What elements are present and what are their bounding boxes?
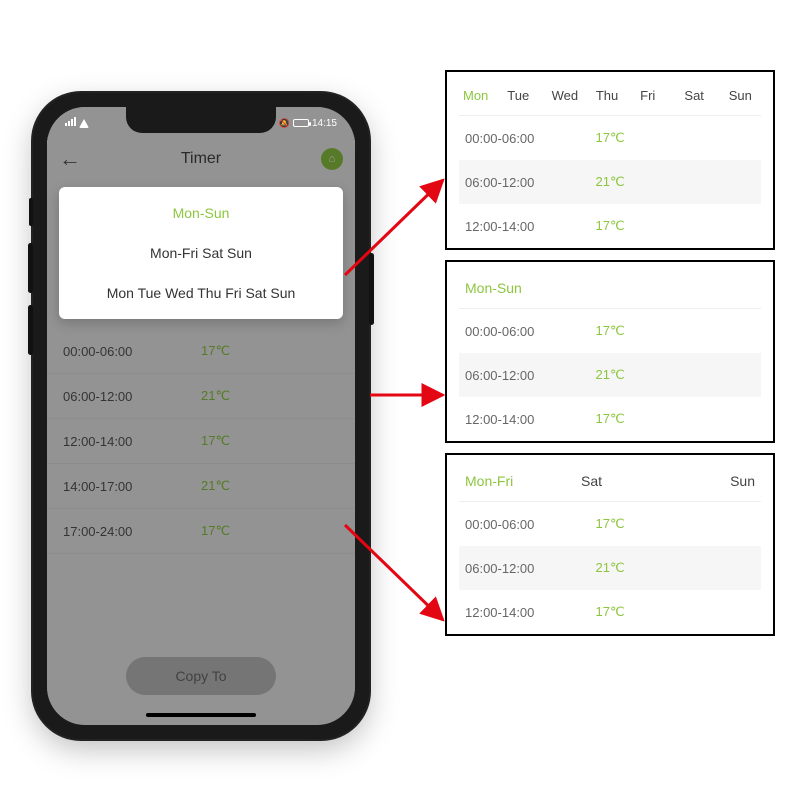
tab-mon-fri[interactable]: Mon-Fri [465, 473, 581, 489]
schedule-time: 06:00-12:00 [63, 389, 201, 404]
schedule-time: 17:00-24:00 [63, 524, 201, 539]
mute-switch[interactable] [29, 198, 33, 226]
schedule-row[interactable]: 00:00-06:00 17℃ [459, 502, 761, 546]
schedule-list: 00:00-06:00 17℃ 06:00-12:00 21℃ 12:00-14… [47, 329, 355, 554]
popup-option-mon-sun[interactable]: Mon-Sun [59, 193, 343, 233]
day-tabs: Mon-Fri Sat Sun [459, 465, 761, 502]
nav-bar: ← Timer ⌂ [47, 137, 355, 181]
schedule-time: 06:00-12:00 [465, 561, 596, 576]
schedule-time: 12:00-14:00 [465, 412, 596, 427]
schedule-row[interactable]: 06:00-12:00 21℃ [459, 353, 761, 397]
schedule-row[interactable]: 06:00-12:00 21℃ [459, 546, 761, 590]
status-time: 14:15 [312, 118, 337, 129]
schedule-temp: 17℃ [596, 516, 625, 532]
power-button[interactable] [369, 253, 374, 325]
schedule-row[interactable]: 14:00-17:00 21℃ [47, 464, 355, 509]
panel-individual-days: Mon Tue Wed Thu Fri Sat Sun 00:00-06:00 … [445, 70, 775, 250]
schedule-row[interactable]: 00:00-06:00 17℃ [47, 329, 355, 374]
notch [126, 107, 276, 133]
day-tabs: Mon Tue Wed Thu Fri Sat Sun [459, 82, 761, 116]
panel-weekday-weekend: Mon-Fri Sat Sun 00:00-06:00 17℃ 06:00-12… [445, 453, 775, 636]
tab-mon-sun[interactable]: Mon-Sun [459, 272, 761, 309]
schedule-temp: 21℃ [596, 560, 625, 576]
schedule-temp: 17℃ [596, 218, 625, 234]
tab-mon[interactable]: Mon [463, 88, 491, 103]
tab-wed[interactable]: Wed [552, 88, 580, 103]
panel-mon-sun: Mon-Sun 00:00-06:00 17℃ 06:00-12:00 21℃ … [445, 260, 775, 443]
home-button[interactable]: ⌂ [321, 148, 343, 170]
schedule-time: 00:00-06:00 [465, 324, 596, 339]
panel-schedule: 00:00-06:00 17℃ 06:00-12:00 21℃ 12:00-14… [459, 502, 761, 634]
schedule-row[interactable]: 12:00-14:00 17℃ [459, 204, 761, 248]
home-indicator[interactable] [146, 713, 256, 717]
schedule-temp: 21℃ [596, 367, 625, 383]
phone-screen: 🔕 14:15 ← Timer ⌂ 00:00-06:00 17℃ 06:00-… [47, 107, 355, 725]
tab-sun[interactable]: Sun [729, 88, 757, 103]
silent-icon: 🔕 [279, 118, 290, 129]
popup-option-weekday-weekend[interactable]: Mon-Fri Sat Sun [59, 233, 343, 273]
battery-icon [293, 119, 309, 127]
schedule-row[interactable]: 17:00-24:00 17℃ [47, 509, 355, 554]
schedule-row[interactable]: 06:00-12:00 21℃ [47, 374, 355, 419]
tab-fri[interactable]: Fri [640, 88, 668, 103]
schedule-row[interactable]: 06:00-12:00 21℃ [459, 160, 761, 204]
example-panels: Mon Tue Wed Thu Fri Sat Sun 00:00-06:00 … [445, 70, 775, 636]
schedule-row[interactable]: 00:00-06:00 17℃ [459, 116, 761, 160]
panel-schedule: 00:00-06:00 17℃ 06:00-12:00 21℃ 12:00-14… [459, 116, 761, 248]
schedule-temp: 17℃ [596, 130, 625, 146]
schedule-time: 12:00-14:00 [465, 219, 596, 234]
schedule-time: 06:00-12:00 [465, 175, 596, 190]
schedule-temp: 17℃ [596, 323, 625, 339]
schedule-temp: 17℃ [201, 343, 230, 359]
phone-mockup: 🔕 14:15 ← Timer ⌂ 00:00-06:00 17℃ 06:00-… [33, 93, 369, 739]
schedule-temp: 17℃ [201, 433, 230, 449]
schedule-temp: 21℃ [201, 388, 230, 404]
signal-icon [65, 117, 77, 129]
schedule-time: 06:00-12:00 [465, 368, 596, 383]
copy-to-button[interactable]: Copy To [126, 657, 276, 695]
schedule-temp: 17℃ [201, 523, 230, 539]
tab-sat[interactable]: Sat [581, 473, 683, 489]
schedule-row[interactable]: 12:00-14:00 17℃ [459, 590, 761, 634]
volume-up-button[interactable] [28, 243, 33, 293]
schedule-temp: 21℃ [201, 478, 230, 494]
schedule-row[interactable]: 12:00-14:00 17℃ [459, 397, 761, 441]
tab-thu[interactable]: Thu [596, 88, 624, 103]
page-title: Timer [181, 150, 221, 168]
panel-schedule: 00:00-06:00 17℃ 06:00-12:00 21℃ 12:00-14… [459, 309, 761, 441]
schedule-temp: 17℃ [596, 411, 625, 427]
back-button[interactable]: ← [59, 146, 81, 172]
schedule-temp: 17℃ [596, 604, 625, 620]
schedule-time: 14:00-17:00 [63, 479, 201, 494]
schedule-time: 12:00-14:00 [63, 434, 201, 449]
schedule-time: 00:00-06:00 [465, 131, 596, 146]
schedule-time: 00:00-06:00 [465, 517, 596, 532]
tab-tue[interactable]: Tue [507, 88, 535, 103]
tab-sun[interactable]: Sun [683, 473, 756, 489]
wifi-icon [79, 119, 89, 128]
schedule-temp: 21℃ [596, 174, 625, 190]
schedule-time: 12:00-14:00 [465, 605, 596, 620]
schedule-time: 00:00-06:00 [63, 344, 201, 359]
schedule-row[interactable]: 12:00-14:00 17℃ [47, 419, 355, 464]
popup-option-individual-days[interactable]: Mon Tue Wed Thu Fri Sat Sun [59, 273, 343, 313]
day-mode-popup: Mon-Sun Mon-Fri Sat Sun Mon Tue Wed Thu … [59, 187, 343, 319]
schedule-row[interactable]: 00:00-06:00 17℃ [459, 309, 761, 353]
tab-sat[interactable]: Sat [684, 88, 712, 103]
volume-down-button[interactable] [28, 305, 33, 355]
